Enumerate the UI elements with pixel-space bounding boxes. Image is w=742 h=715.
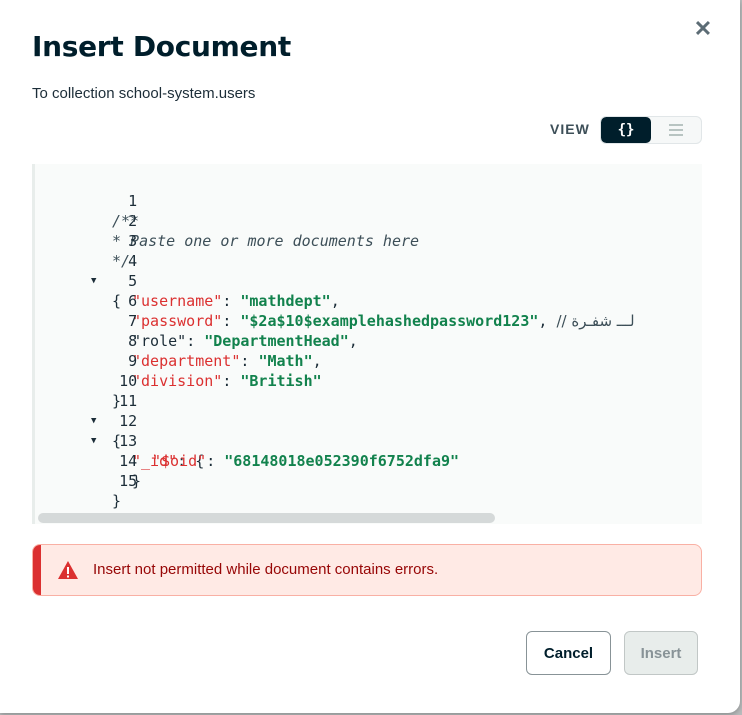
line-number: 8 (128, 332, 138, 350)
line-number: 9 (128, 352, 138, 370)
dialog-subtitle: To collection school-system.users (32, 85, 256, 102)
line-number: 6 (128, 292, 138, 310)
code-text: "username": "mathdept", (132, 292, 340, 310)
password-comment: // لـــ شفـرة (556, 312, 635, 330)
code-line: 14 } (35, 431, 141, 490)
horizontal-scrollbar[interactable] (38, 513, 495, 523)
code-line: 8 "department": "Math", (35, 311, 322, 370)
line-number: 1 (128, 192, 138, 210)
code-line: 12 ▼ "_id": { (35, 391, 204, 470)
line-number: 2 (128, 212, 138, 230)
code-line: 5 "username": "mathdept", (35, 251, 340, 310)
code-line: 10 } (35, 351, 137, 410)
insert-button[interactable]: Insert (624, 631, 698, 675)
error-accent-bar (33, 545, 41, 595)
close-icon[interactable]: ✕ (692, 18, 714, 40)
code-text: "department": "Math", (132, 352, 322, 370)
code-line: 13 "$oid": "68148018e052390f6752dfa9" (35, 411, 459, 470)
line-number: 14 (119, 452, 138, 470)
code-text: } (112, 492, 122, 510)
line-number: 10 (119, 372, 138, 390)
line-number: 4 (128, 252, 138, 270)
line-number: 13 (119, 432, 138, 450)
code-line: 9 "division": "British" (35, 331, 322, 390)
code-line: 11 ▼ { (35, 371, 137, 450)
code-editor[interactable]: 1 /** 2 * Paste one or more documents he… (32, 164, 702, 524)
code-line: 2 * Paste one or more documents here (35, 191, 419, 250)
code-text: "division": "British" (132, 372, 322, 390)
insert-document-modal: ✕ Insert Document To collection school-s… (0, 0, 740, 713)
code-line: 3 */ (35, 211, 137, 270)
error-banner: Insert not permitted while document cont… (32, 544, 702, 596)
code-text: "role": "DepartmentHead", (132, 332, 358, 350)
code-line: 4 ▼ { (35, 231, 137, 310)
view-toggle: {} (600, 116, 702, 144)
warning-icon (58, 561, 78, 579)
line-number: 7 (128, 312, 138, 330)
code-line: 7 "role": "DepartmentHead", (35, 291, 358, 350)
line-number: 3 (128, 232, 138, 250)
code-text: * Paste one or more documents here (112, 232, 420, 250)
code-text: "$oid": "68148018e052390f6752dfa9" (152, 452, 460, 470)
code-line: 15 } (35, 451, 137, 510)
code-text: "password": "$2a$10$examplehashedpasswor… (132, 312, 635, 330)
line-number: 15 (119, 472, 138, 490)
view-label: VIEW (550, 121, 590, 137)
dialog-title: Insert Document (32, 30, 291, 63)
cancel-button[interactable]: Cancel (526, 631, 611, 675)
list-view-button[interactable] (651, 117, 701, 143)
code-line: 6 "password": "$2a$10$examplehashedpassw… (35, 271, 634, 330)
error-message: Insert not permitted while document cont… (93, 561, 439, 578)
line-number: 5 (128, 272, 138, 290)
json-view-button[interactable]: {} (601, 117, 651, 143)
list-icon (669, 124, 683, 136)
line-number: 12 (119, 412, 138, 430)
code-line: 1 /** (35, 171, 139, 230)
line-number: 11 (119, 392, 138, 410)
